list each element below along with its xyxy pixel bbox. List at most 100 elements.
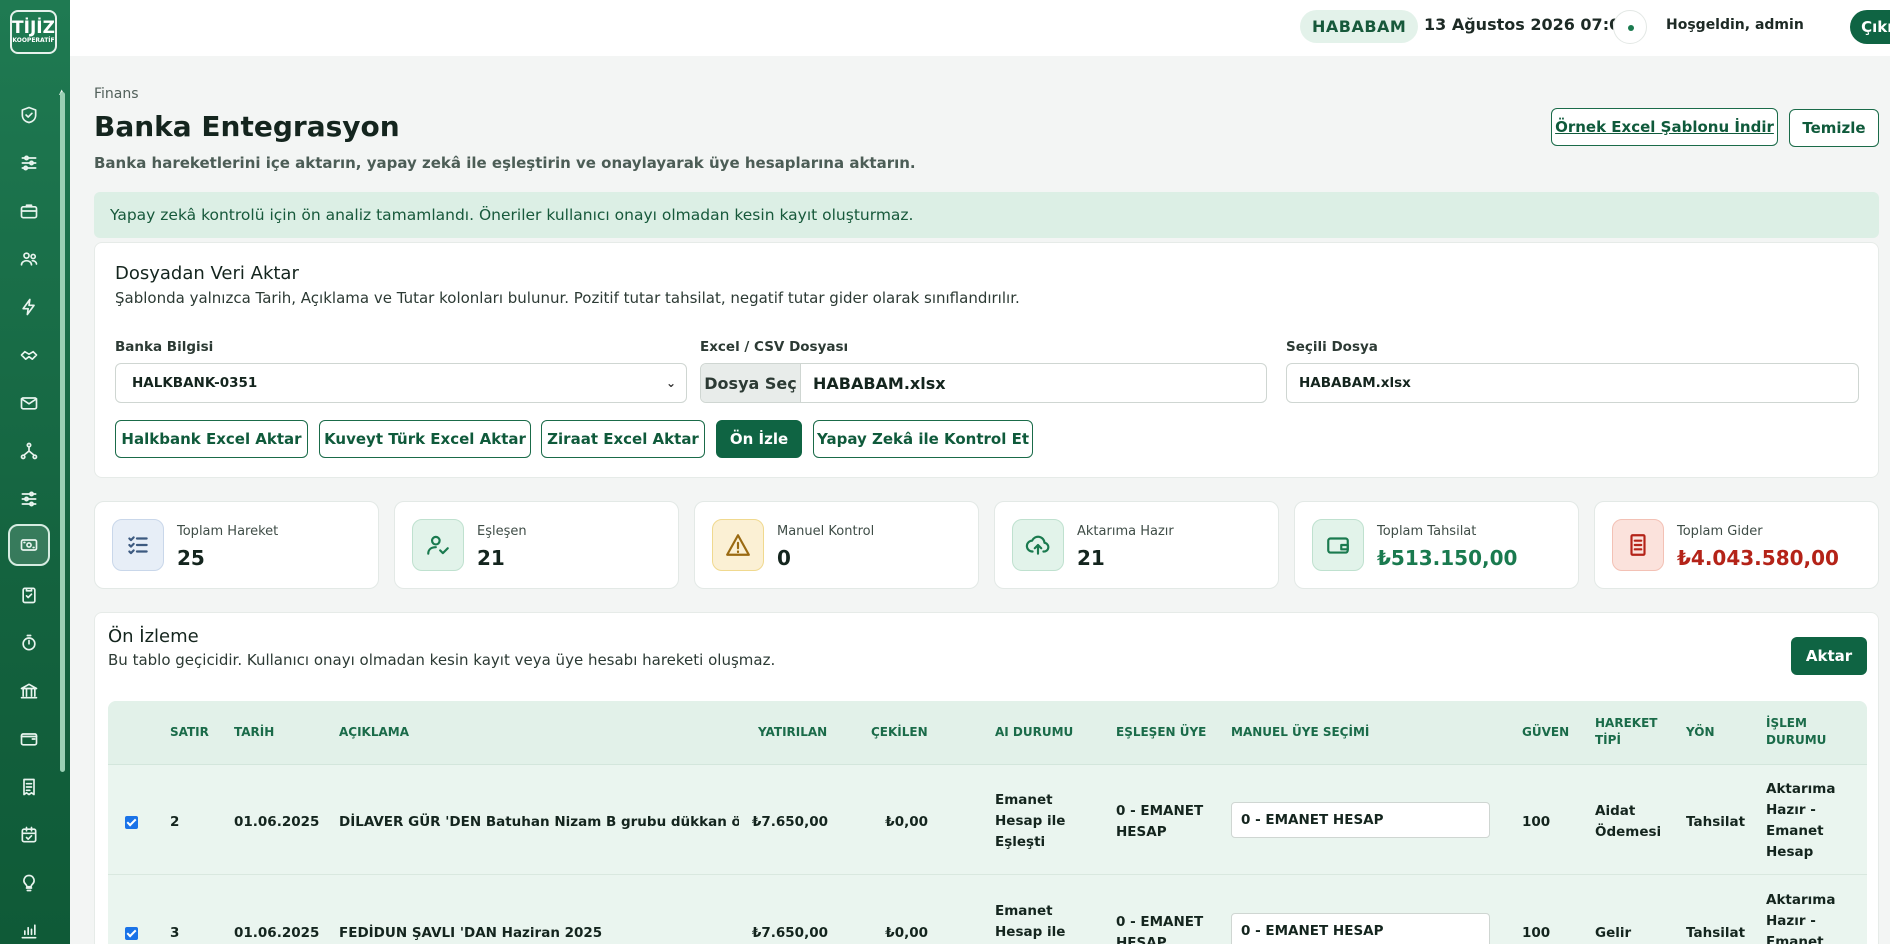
import-description: Şablonda yalnızca Tarih, Açıklama ve Tut… — [115, 289, 1020, 307]
ai-check-button[interactable]: Yapay Zekâ ile Kontrol Et — [813, 420, 1033, 458]
col-manuel-uye[interactable]: MANUEL ÜYE SEÇİMİ — [1231, 724, 1369, 741]
receipt-icon — [1612, 519, 1664, 571]
preview-card: Ön İzleme Bu tablo geçicidir. Kullanıcı … — [94, 612, 1879, 944]
import-title: Dosyadan Veri Aktar — [115, 263, 299, 284]
bank-icon[interactable] — [14, 676, 44, 706]
col-yatirilan[interactable]: YATIRILAN — [758, 724, 827, 741]
col-aciklama[interactable]: AÇIKLAMA — [339, 724, 409, 741]
col-eslesen-uye[interactable]: EŞLEŞEN ÜYE — [1116, 724, 1206, 741]
filter-icon[interactable] — [14, 484, 44, 514]
manual-member-select[interactable]: 0 - EMANET HESAP — [1231, 802, 1490, 838]
bank-label: Banka Bilgisi — [115, 339, 214, 355]
current-datetime: 13 Ağustos 2026 07:02 — [1424, 15, 1632, 34]
selected-file-field[interactable]: HABABAM.xlsx — [1286, 363, 1859, 403]
logo-text: TİJİZ — [12, 18, 55, 38]
row-checkbox[interactable] — [125, 927, 138, 940]
col-ai-durumu[interactable]: AI DURUMU — [995, 724, 1073, 741]
ziraat-import-button[interactable]: Ziraat Excel Aktar — [541, 420, 705, 458]
chevron-down-icon: ⌄ — [665, 376, 676, 390]
stat-manual-control: Manuel Kontrol 0 — [694, 501, 979, 589]
stat-value: 0 — [777, 546, 791, 570]
preview-table: SATIR TARİH AÇIKLAMA YATIRILAN ÇEKİLEN A… — [108, 701, 1867, 944]
briefcase-icon[interactable] — [14, 196, 44, 226]
col-yon[interactable]: YÖN — [1686, 724, 1715, 741]
table-row[interactable]: 2 01.06.2025 DİLAVER GÜR 'DEN Batuhan Ni… — [108, 765, 1867, 875]
preview-title: Ön İzleme — [108, 626, 199, 647]
cell-guven: 100 — [1522, 925, 1551, 941]
breadcrumb[interactable]: Finans — [94, 86, 139, 102]
cell-satir: 3 — [170, 925, 180, 941]
welcome-text: Hoşgeldin, admin — [1666, 17, 1804, 33]
clipboard-check-icon[interactable] — [14, 580, 44, 610]
cell-cekilen: ₺0,00 — [885, 925, 928, 941]
manual-member-select[interactable]: 0 - EMANET HESAP — [1231, 913, 1490, 944]
stat-ready-to-transfer: Aktarıma Hazır 21 — [994, 501, 1279, 589]
col-islem-durumu[interactable]: İŞLEM DURUMU — [1766, 715, 1836, 749]
lightbulb-icon[interactable] — [14, 868, 44, 898]
receipt-icon[interactable] — [14, 772, 44, 802]
stat-total-expense: Toplam Gider ₺4.043.580,00 — [1594, 501, 1879, 589]
cloud-upload-icon — [1012, 519, 1064, 571]
cell-hareket-tipi: Aidat Ödemesi — [1595, 803, 1662, 840]
stat-label: Toplam Gider — [1677, 524, 1763, 539]
row-checkbox[interactable] — [125, 816, 138, 829]
users-icon[interactable] — [14, 244, 44, 274]
file-label: Excel / CSV Dosyası — [700, 339, 849, 355]
stat-value: 21 — [477, 546, 505, 570]
download-template-button[interactable]: Örnek Excel Şablonu İndir — [1551, 108, 1778, 146]
stopwatch-icon[interactable] — [14, 628, 44, 658]
col-cekilen[interactable]: ÇEKİLEN — [871, 724, 928, 741]
user-check-icon — [412, 519, 464, 571]
shield-check-icon[interactable] — [14, 100, 44, 130]
preview-button[interactable]: Ön İzle — [716, 420, 802, 458]
sliders-icon[interactable] — [14, 148, 44, 178]
organization-badge: HABABAM — [1300, 10, 1419, 43]
handshake-icon[interactable] — [14, 340, 44, 370]
preview-description: Bu tablo geçicidir. Kullanıcı onayı olma… — [108, 651, 776, 669]
cell-ai-durumu: Emanet Hesap ile Eşleşti — [995, 792, 1066, 850]
page-title: Banka Entegrasyon — [94, 110, 400, 143]
cell-tarih: 01.06.2025 — [234, 925, 320, 941]
stat-label: Toplam Hareket — [177, 524, 279, 539]
kuveyt-import-button[interactable]: Kuveyt Türk Excel Aktar — [319, 420, 531, 458]
table-row[interactable]: 3 01.06.2025 FEDİDUN ŞAVLI 'DAN Haziran … — [108, 876, 1867, 944]
cell-islem-durumu: Aktarıma Hazır - Emanet Hesap — [1766, 892, 1836, 944]
info-alert: Yapay zekâ kontrolü için ön analiz tamam… — [94, 192, 1879, 238]
status-dot-icon[interactable] — [1613, 10, 1647, 44]
cell-islem-durumu: Aktarıma Hazır - Emanet Hesap — [1766, 781, 1836, 860]
cell-satir: 2 — [170, 814, 180, 830]
choose-file-button[interactable]: Dosya Seç — [701, 364, 801, 402]
transfer-button[interactable]: Aktar — [1791, 637, 1867, 675]
bank-select[interactable]: HALKBANK-0351 ⌄ — [115, 363, 687, 403]
top-bar: HABABAM 13 Ağustos 2026 07:02 Hoşgeldin,… — [70, 0, 1890, 56]
clear-button[interactable]: Temizle — [1789, 109, 1879, 147]
cell-guven: 100 — [1522, 814, 1551, 830]
stat-total-collection: Toplam Tahsilat ₺513.150,00 — [1294, 501, 1579, 589]
bank-transfer-icon[interactable] — [8, 524, 50, 566]
col-tarih[interactable]: TARİH — [234, 724, 274, 741]
wallet-icon — [1312, 519, 1364, 571]
cell-cekilen: ₺0,00 — [885, 814, 928, 830]
logo-subtext: KOOPERATİF — [12, 37, 55, 44]
network-icon[interactable] — [14, 436, 44, 466]
cell-yatirilan: ₺7.650,00 — [751, 814, 828, 830]
stat-value: 21 — [1077, 546, 1105, 570]
page-subtitle: Banka hareketlerini içe aktarın, yapay z… — [94, 154, 916, 172]
col-satir[interactable]: SATIR — [170, 724, 209, 741]
calendar-check-icon[interactable] — [14, 820, 44, 850]
bar-chart-icon[interactable] — [14, 916, 44, 944]
checklist-icon — [112, 519, 164, 571]
col-guven[interactable]: GÜVEN — [1522, 724, 1569, 741]
mail-icon[interactable] — [14, 388, 44, 418]
halkbank-import-button[interactable]: Halkbank Excel Aktar — [115, 420, 308, 458]
file-input[interactable]: Dosya Seç HABABAM.xlsx — [700, 363, 1267, 403]
col-hareket-tipi[interactable]: HAREKET TİPİ — [1595, 715, 1657, 749]
cell-ai-durumu: Emanet Hesap ile Eşleşti — [995, 903, 1066, 940]
cell-aciklama: DİLAVER GÜR 'DEN Batuhan Nizam B grubu d… — [339, 814, 739, 830]
app-logo[interactable]: TİJİZ KOOPERATİF — [10, 10, 57, 54]
sidebar: TİJİZ KOOPERATİF ▲ — [0, 0, 70, 944]
sidebar-scrollbar[interactable] — [60, 92, 65, 772]
wallet-icon[interactable] — [14, 724, 44, 754]
logout-button[interactable]: Çıkış Yap — [1850, 10, 1890, 44]
bolt-icon[interactable] — [14, 292, 44, 322]
